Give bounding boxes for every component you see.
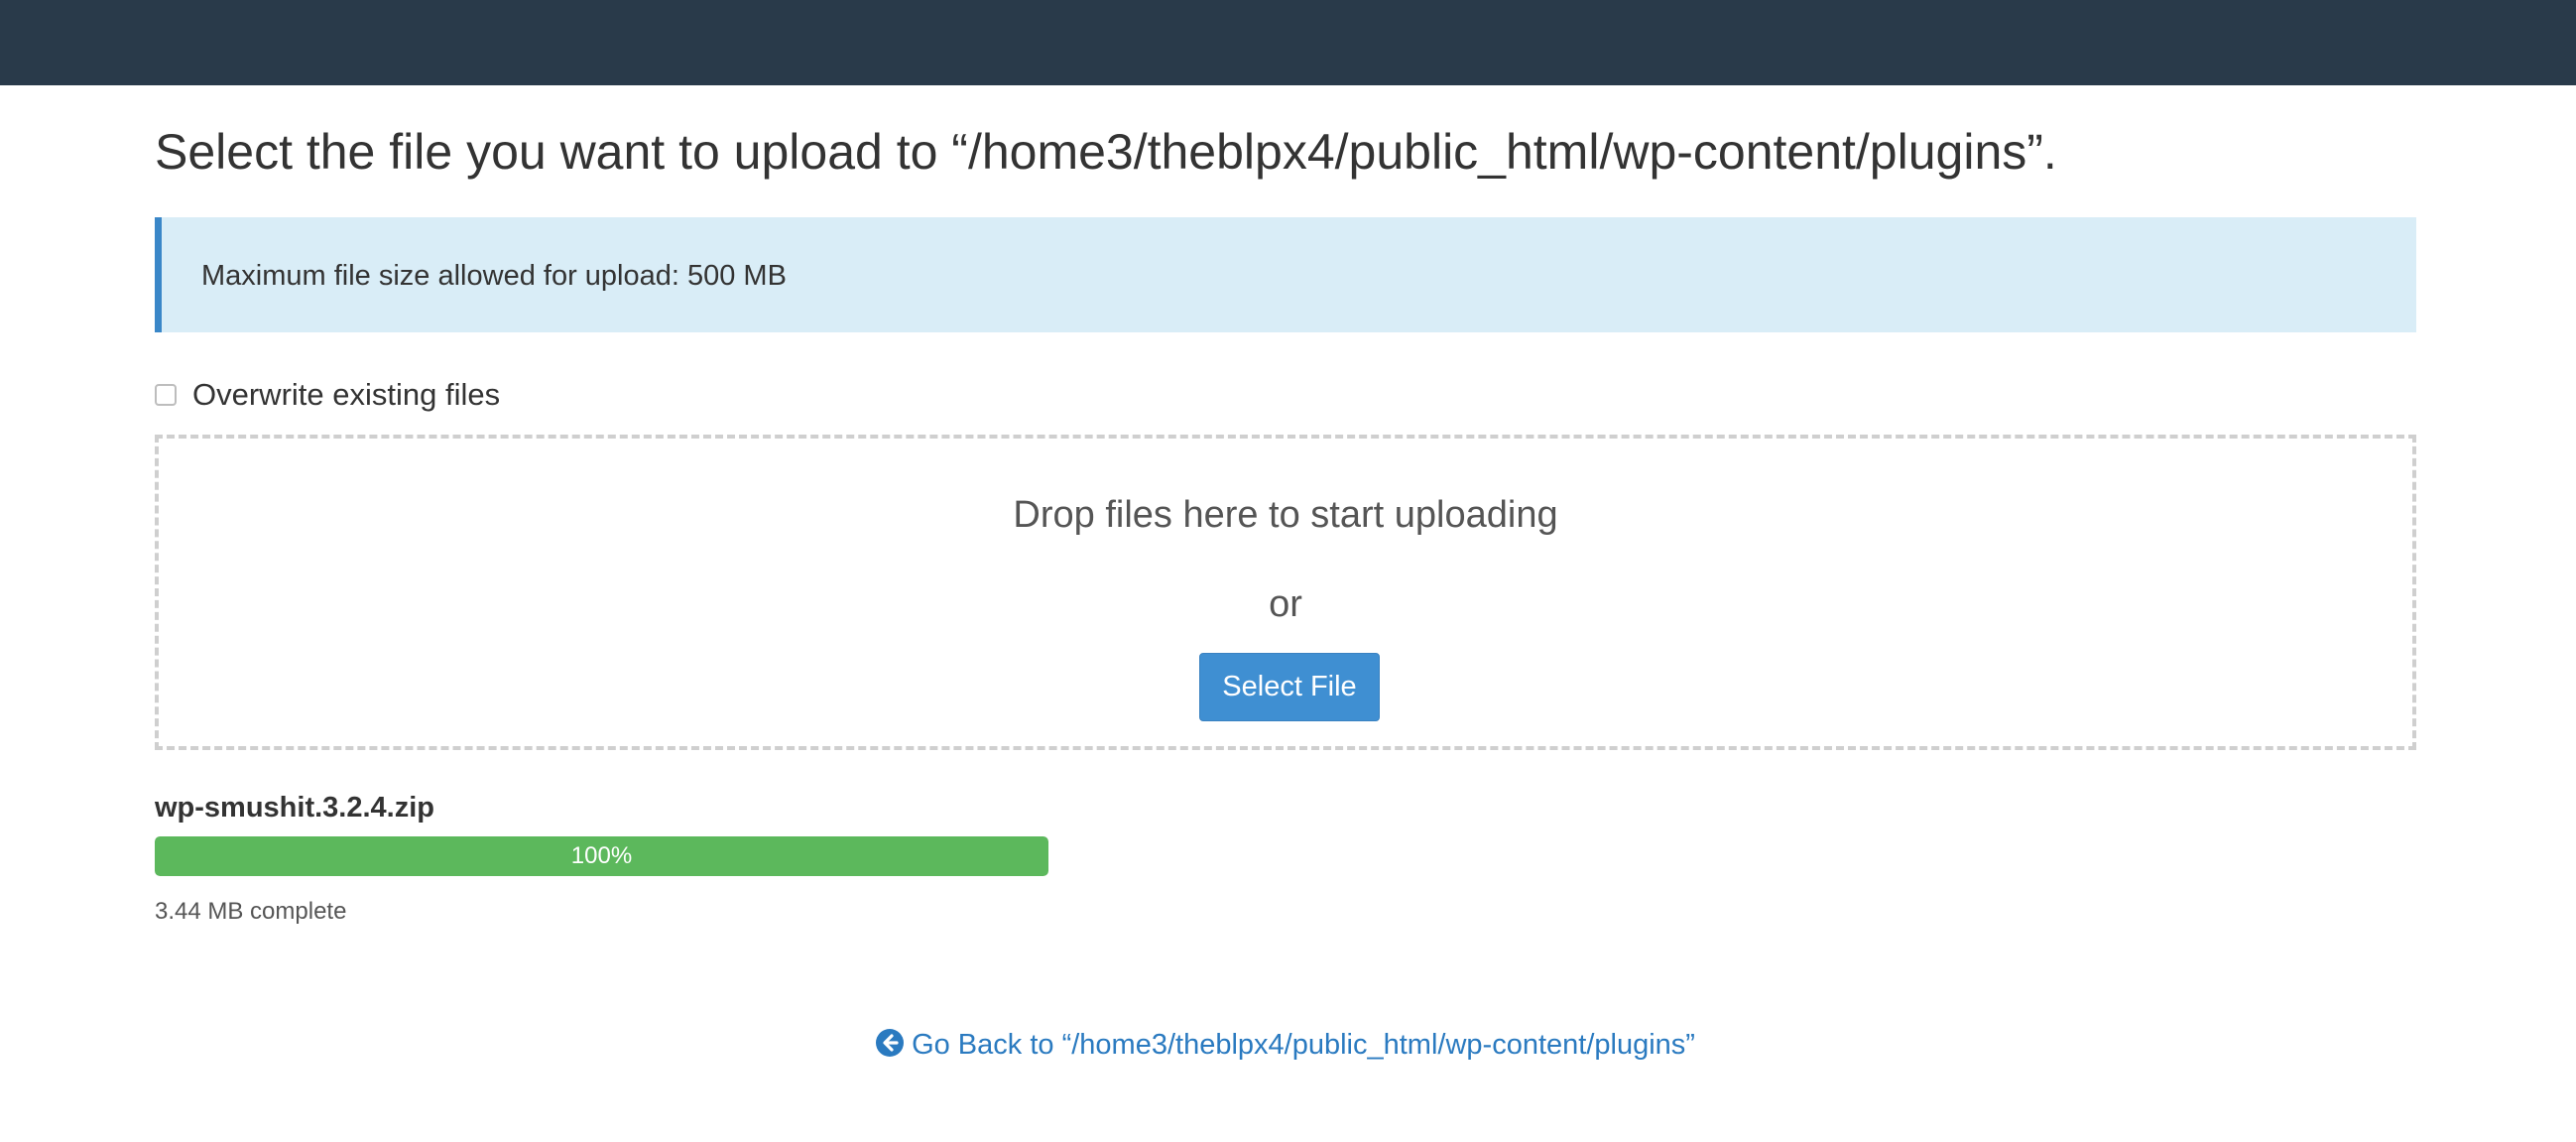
top-bar — [0, 0, 2576, 85]
upload-progress-fill: 100% — [155, 836, 1048, 876]
overwrite-checkbox[interactable] — [155, 384, 177, 406]
max-size-text: Maximum file size allowed for upload: 50… — [201, 260, 787, 292]
file-drop-zone[interactable]: Drop files here to start uploading or Se… — [155, 435, 2416, 750]
go-back-link[interactable]: Go Back to “/home3/theblpx4/public_html/… — [155, 1029, 2416, 1062]
or-text: or — [1269, 583, 1302, 625]
circle-arrow-left-icon — [876, 1029, 905, 1057]
overwrite-option[interactable]: Overwrite existing files — [155, 375, 500, 415]
uploaded-file-name: wp-smushit.3.2.4.zip — [155, 792, 434, 824]
drop-files-text: Drop files here to start uploading — [1013, 494, 1558, 536]
select-file-button[interactable]: Select File — [1199, 653, 1380, 721]
max-size-alert: Maximum file size allowed for upload: 50… — [155, 217, 2416, 332]
page-title: Select the file you want to upload to “/… — [155, 124, 2057, 180]
upload-complete-text: 3.44 MB complete — [155, 898, 347, 925]
go-back-label[interactable]: Go Back to “/home3/theblpx4/public_html/… — [912, 1029, 1695, 1061]
overwrite-label[interactable]: Overwrite existing files — [192, 377, 500, 413]
upload-progress-bar: 100% — [155, 836, 1048, 876]
